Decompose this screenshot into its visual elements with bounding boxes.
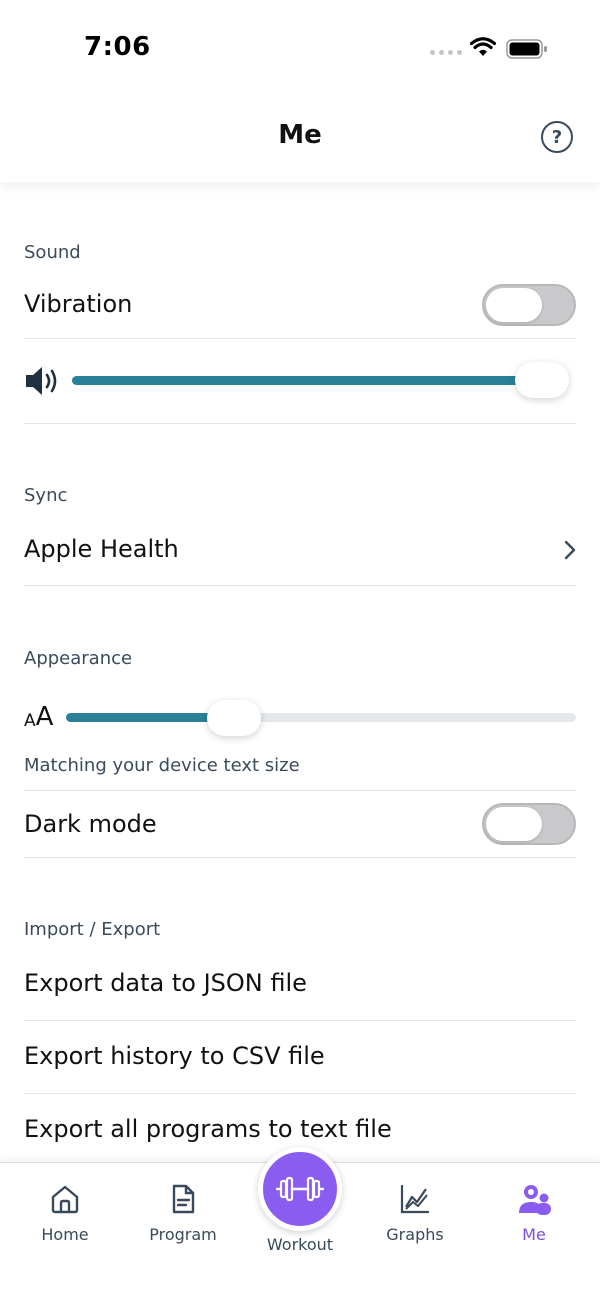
- divider: [24, 790, 576, 791]
- volume-slider-fill: [72, 376, 543, 385]
- tab-program[interactable]: Program: [123, 1163, 243, 1273]
- volume-slider[interactable]: [72, 376, 552, 385]
- text-size-caption: Matching your device text size: [24, 755, 300, 776]
- tab-home[interactable]: Home: [5, 1163, 125, 1273]
- text-size-big-glyph: A: [35, 702, 54, 732]
- apple-health-label[interactable]: Apple Health: [24, 535, 179, 563]
- section-label-sound: Sound: [24, 242, 81, 263]
- battery-icon: [506, 39, 547, 59]
- tab-graphs[interactable]: Graphs: [355, 1163, 475, 1273]
- user-icon: [519, 1185, 551, 1215]
- divider: [24, 423, 576, 424]
- text-size-icon: A A: [24, 704, 53, 730]
- status-bar: 7:06: [0, 0, 600, 96]
- tab-label: Graphs: [386, 1225, 444, 1244]
- toggle-knob: [486, 288, 542, 322]
- vibration-toggle[interactable]: [482, 284, 576, 326]
- header: Me ?: [0, 96, 600, 182]
- page-title: Me: [278, 120, 322, 150]
- me-screen: 7:06 Me ? Sound Vibration Sync Apple Hea…: [0, 0, 600, 1304]
- document-icon: [172, 1184, 195, 1214]
- help-button[interactable]: ?: [541, 121, 573, 153]
- volume-icon: [26, 367, 57, 395]
- section-label-sync: Sync: [24, 485, 68, 506]
- divider: [24, 1093, 576, 1094]
- export-programs-item[interactable]: Export all programs to text file: [24, 1115, 392, 1143]
- tab-me[interactable]: Me: [474, 1163, 594, 1273]
- dark-mode-label: Dark mode: [24, 810, 157, 838]
- section-label-import-export: Import / Export: [24, 919, 161, 940]
- chevron-right-icon[interactable]: [563, 540, 577, 560]
- volume-slider-thumb[interactable]: [515, 362, 570, 398]
- home-icon: [51, 1185, 79, 1214]
- help-icon: ?: [551, 126, 563, 148]
- dark-mode-toggle[interactable]: [482, 803, 576, 845]
- toggle-knob: [486, 807, 542, 841]
- export-csv-item[interactable]: Export history to CSV file: [24, 1042, 325, 1070]
- tab-workout-label[interactable]: Workout: [240, 1235, 360, 1254]
- tab-label: Me: [522, 1225, 546, 1244]
- dumbbell-icon: [275, 1176, 325, 1202]
- export-json-item[interactable]: Export data to JSON file: [24, 969, 307, 997]
- status-time: 7:06: [84, 32, 151, 62]
- divider: [24, 338, 576, 339]
- tab-bar: Home Program Workout Graphs Me: [0, 1147, 600, 1304]
- section-label-appearance: Appearance: [24, 648, 133, 669]
- chart-icon: [400, 1184, 430, 1214]
- divider: [24, 1020, 576, 1021]
- tab-label: Home: [41, 1225, 89, 1244]
- text-size-small-glyph: A: [24, 711, 36, 731]
- signal-icon: [430, 50, 462, 55]
- tab-label: Program: [149, 1225, 217, 1244]
- text-size-slider-thumb[interactable]: [207, 700, 262, 736]
- vibration-label: Vibration: [24, 290, 133, 318]
- workout-button[interactable]: [258, 1147, 342, 1231]
- divider: [24, 857, 576, 858]
- wifi-icon: [470, 37, 496, 56]
- text-size-slider[interactable]: [66, 713, 576, 722]
- divider: [24, 585, 576, 586]
